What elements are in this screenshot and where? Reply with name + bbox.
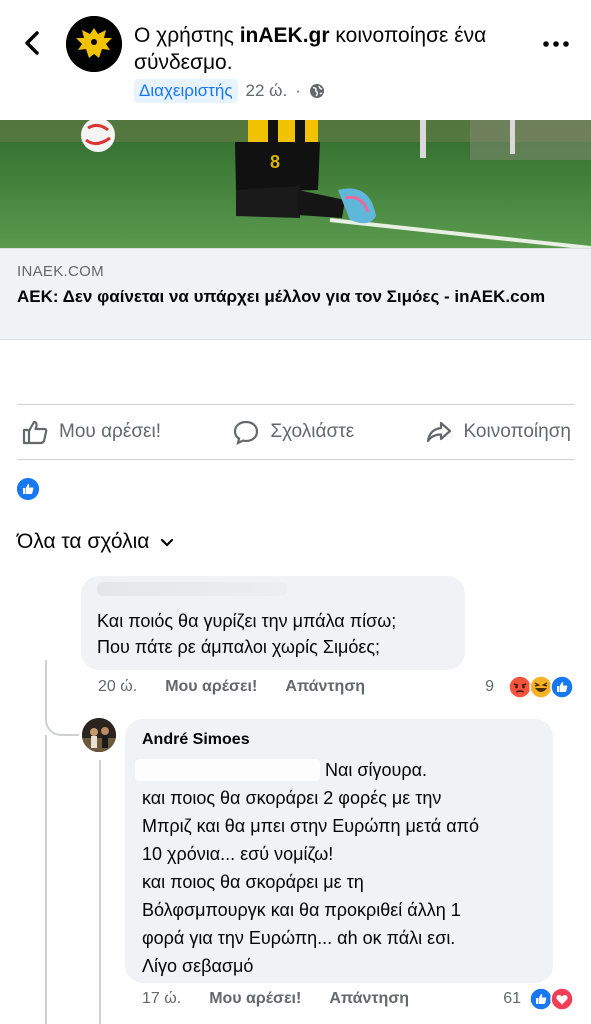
like-label: Μου αρέσει! [59,421,162,442]
reactions-count: 61 [503,990,521,1007]
post-meta: Διαχειριστής 22 ώ. · [134,78,325,104]
thread-connector-vertical [45,735,47,1024]
reply-time[interactable]: 17 ώ. [142,990,181,1008]
comments-filter-label: Όλα τα σχόλια [17,530,150,553]
comment-like-button[interactable]: Μου αρέσει! [165,678,257,696]
reply-line: και ποιος θα σκοράρει με τη [142,872,364,892]
chevron-down-icon [161,538,174,547]
meta-separator: · [295,81,301,100]
double-headed-eagle-logo-icon [66,16,122,72]
reply-reply-button[interactable]: Απάντηση [329,990,409,1008]
reply-connector [99,760,101,1024]
redacted-author-name [97,582,287,596]
comment-reactions[interactable]: 9 [485,675,574,699]
thread-connector [45,660,79,736]
reply-meta: 17 ώ. Μου αρέσει! Απάντηση [142,990,409,1008]
user-photo-icon [82,718,116,752]
reaction-summary[interactable] [17,478,39,500]
header-prefix: Ο χρήστης [134,24,240,47]
reply-like-button[interactable]: Μου αρέσει! [209,990,301,1008]
share-arrow-icon [427,421,452,443]
love-reaction-icon [550,987,574,1011]
reply-author-name[interactable]: André Simoes [142,731,250,749]
comment-meta: 20 ώ. Μου αρέσει! Απάντηση [98,678,365,696]
reply-line: Μπριζ και θα μπει στην Ευρώπη μετά από [142,816,480,836]
share-button[interactable]: Κοινοποίηση [421,418,575,446]
post-header-text: Ο χρήστης inAEK.gr κοινοποίησε ένα σύνδε… [134,22,534,76]
link-preview-body[interactable]: INAEK.COM ΑΕΚ: Δεν φαίνεται να υπάρχει μ… [0,248,591,340]
thumbs-up-icon [22,420,48,445]
post-time[interactable]: 22 ώ. [246,81,288,101]
reply-line: 10 χρόνια... εσύ νομίζω! [142,844,334,864]
comment-time[interactable]: 20 ώ. [98,678,137,696]
comment-label: Σχολιάστε [270,421,355,442]
football-player-kneeling-image: 8 [0,120,591,248]
shirt-number: 8 [270,152,280,172]
back-arrow-icon[interactable] [18,28,48,58]
reply-line: φορά για την Ευρώπη... αh οκ πάλι εσι. [142,928,456,948]
comments-filter-dropdown[interactable]: Όλα τα σχόλια [17,530,175,554]
redacted-mention [135,759,320,781]
globe-icon [309,84,324,98]
comment-line: Και ποιός θα γυρίζει την μπάλα πίσω; [97,611,397,631]
post-actions-bar: Μου αρέσει! Σχολιάστε Κοινοποίηση [17,404,575,460]
post-author-link[interactable]: inAEK.gr [240,24,330,47]
link-domain: INAEK.COM [17,263,104,280]
comment-bubble-icon [234,420,259,446]
reply-line: και ποιος θα σκοράρει 2 φορές με την [142,788,442,808]
reply-reactions[interactable]: 61 [503,987,574,1011]
reactions-count: 9 [485,678,494,695]
reply-first-line: Ναι σίγουρα. [325,760,428,780]
comment-button[interactable]: Σχολιάστε [228,418,358,446]
reply-bubble[interactable]: André Simoes Ναι σίγουρα. και ποιος θα σ… [125,719,553,983]
admin-badge: Διαχειριστής [134,79,238,103]
post-header: Ο χρήστης inAEK.gr κοινοποίησε ένα σύνδε… [0,0,591,120]
like-button[interactable]: Μου αρέσει! [17,418,165,446]
more-options-icon[interactable] [541,34,571,54]
reply-text: και ποιος θα σκοράρει 2 φορές με την Μπρ… [142,784,542,980]
comment-line: Που πάτε ρε άμπαλοι χωρίς Σιμόες; [97,637,381,657]
reply-line: Βόλφσμπουργκ και θα προκριθεί άλλη 1 [142,900,461,920]
comment-reply-button[interactable]: Απάντηση [285,678,365,696]
comment-bubble[interactable]: Και ποιός θα γυρίζει την μπάλα πίσω; Που… [81,576,465,670]
reply-author-avatar[interactable] [82,718,116,752]
link-title[interactable]: ΑΕΚ: Δεν φαίνεται να υπάρχει μέλλον για … [17,286,577,308]
like-reaction-icon [17,478,39,500]
comment-text: Και ποιός θα γυρίζει την μπάλα πίσω; Που… [97,608,457,660]
share-label: Κοινοποίηση [463,421,571,442]
link-preview-image[interactable]: 8 [0,120,591,248]
page-avatar[interactable] [66,16,122,72]
reply-line: Λίγο σεβασμό [142,956,254,976]
like-reaction-icon [550,675,574,699]
